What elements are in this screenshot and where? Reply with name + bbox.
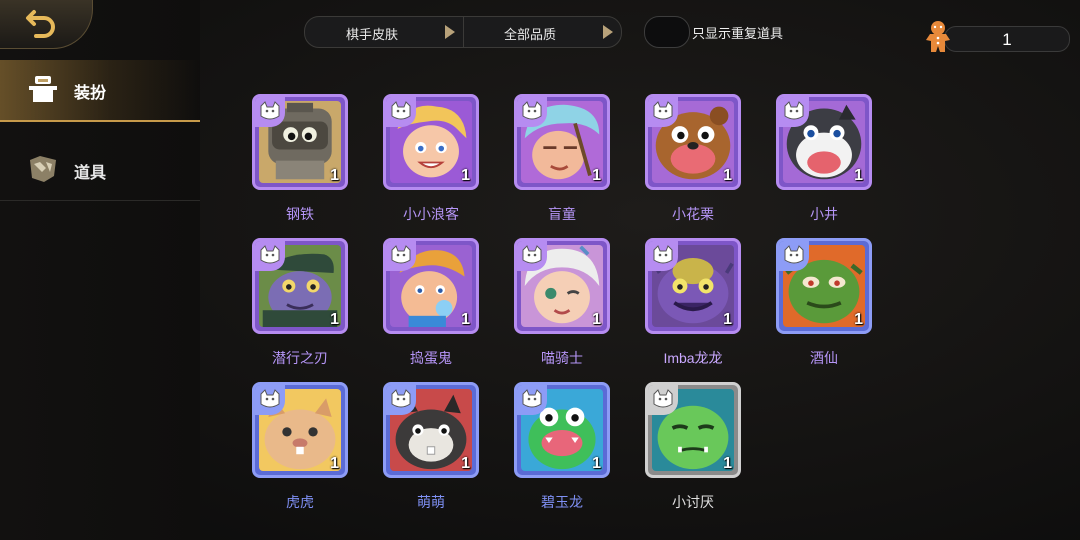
quality-badge — [648, 241, 678, 271]
duplicate-toggle[interactable] — [644, 16, 690, 48]
skin-card[interactable]: 1 — [514, 94, 610, 190]
item-count: 1 — [330, 311, 339, 328]
item-count: 1 — [330, 455, 339, 472]
cat-face-icon — [653, 245, 673, 264]
cat-face-icon — [522, 101, 542, 120]
cat-face-icon — [522, 245, 542, 264]
skin-name: 小讨厌 — [672, 494, 714, 510]
item-count: 1 — [461, 455, 470, 472]
skin-card[interactable]: 1 — [514, 238, 610, 334]
dropdown-arrow-icon — [603, 25, 613, 39]
skin-card[interactable]: 1 — [645, 94, 741, 190]
item-count: 1 — [592, 167, 601, 184]
skin-name: 酒仙 — [810, 350, 838, 366]
item-rock-icon — [30, 156, 56, 182]
cat-face-icon — [653, 389, 673, 408]
skin-name: 虎虎 — [286, 494, 314, 510]
skin-name: 捣蛋鬼 — [410, 350, 452, 366]
shirt-icon — [29, 76, 57, 102]
skin-name: 小小浪客 — [403, 206, 459, 222]
category-dropdown-label: 棋手皮肤 — [345, 27, 398, 42]
cat-face-icon — [260, 389, 280, 408]
quality-badge — [386, 97, 416, 127]
cat-face-icon — [784, 245, 804, 264]
item-count: 1 — [592, 455, 601, 472]
item-count: 1 — [330, 167, 339, 184]
skin-name: Imba龙龙 — [663, 350, 723, 366]
cat-face-icon — [391, 389, 411, 408]
cat-face-icon — [784, 101, 804, 120]
quality-badge — [648, 385, 678, 415]
quality-badge — [255, 97, 285, 127]
skin-name: 碧玉龙 — [541, 494, 583, 510]
filter-group: 棋手皮肤 全部品质 — [304, 16, 622, 48]
skin-card[interactable]: 1 — [383, 94, 479, 190]
quality-dropdown[interactable]: 全部品质 — [463, 17, 621, 47]
cat-face-icon — [260, 101, 280, 120]
cat-face-icon — [653, 101, 673, 120]
skin-card[interactable]: 1 — [252, 382, 348, 478]
cat-face-icon — [260, 245, 280, 264]
currency-value: 1 — [1002, 30, 1012, 49]
skin-name: 喵骑士 — [541, 350, 583, 366]
quality-badge — [517, 241, 547, 271]
dropdown-arrow-icon — [445, 25, 455, 39]
skin-card[interactable]: 1 — [383, 382, 479, 478]
quality-dropdown-label: 全部品质 — [503, 27, 556, 42]
skin-name: 萌萌 — [417, 494, 445, 510]
quality-badge — [255, 385, 285, 415]
cat-face-icon — [391, 245, 411, 264]
category-dropdown[interactable]: 棋手皮肤 — [305, 17, 464, 47]
item-count: 1 — [461, 311, 470, 328]
item-count: 1 — [461, 167, 470, 184]
quality-badge — [517, 97, 547, 127]
peek-item — [260, 62, 340, 74]
quality-badge — [779, 241, 809, 271]
quality-badge — [779, 97, 809, 127]
item-count: 1 — [592, 311, 601, 328]
quality-badge — [517, 385, 547, 415]
skin-name: 潜行之刃 — [272, 350, 328, 366]
skin-name: 小井 — [810, 206, 838, 222]
back-arrow-icon — [26, 10, 55, 38]
sidebar-item-label: 装扮 — [74, 85, 107, 102]
skin-card[interactable]: 1 — [776, 238, 872, 334]
skin-card[interactable]: 1 — [383, 238, 479, 334]
cat-face-icon — [522, 389, 542, 408]
gingerbread-icon — [926, 21, 950, 52]
skin-card[interactable]: 1 — [252, 238, 348, 334]
duplicate-toggle-label: 只显示重复道具 — [692, 26, 784, 41]
sidebar: 装扮 道具 — [0, 0, 200, 540]
skin-card[interactable]: 1 — [645, 238, 741, 334]
item-count: 1 — [723, 311, 732, 328]
skin-name: 小花栗 — [672, 206, 714, 222]
quality-badge — [386, 241, 416, 271]
skin-name: 钢铁 — [286, 206, 314, 222]
sidebar-item-label: 道具 — [74, 165, 107, 182]
skin-card[interactable]: 1 — [252, 94, 348, 190]
item-count: 1 — [723, 167, 732, 184]
quality-badge — [255, 241, 285, 271]
item-count: 1 — [854, 167, 863, 184]
item-count: 1 — [854, 311, 863, 328]
quality-badge — [648, 97, 678, 127]
quality-badge — [386, 385, 416, 415]
sidebar-item-props[interactable]: 道具 — [0, 140, 200, 201]
back-button[interactable] — [0, 0, 93, 49]
skin-card[interactable]: 1 — [514, 382, 610, 478]
sidebar-item-outfit[interactable]: 装扮 — [0, 60, 200, 122]
currency-display: 1 — [944, 26, 1070, 52]
cat-face-icon — [391, 101, 411, 120]
item-count: 1 — [723, 455, 732, 472]
skin-card[interactable]: 1 — [645, 382, 741, 478]
skin-card[interactable]: 1 — [776, 94, 872, 190]
skin-name: 盲童 — [548, 206, 576, 222]
